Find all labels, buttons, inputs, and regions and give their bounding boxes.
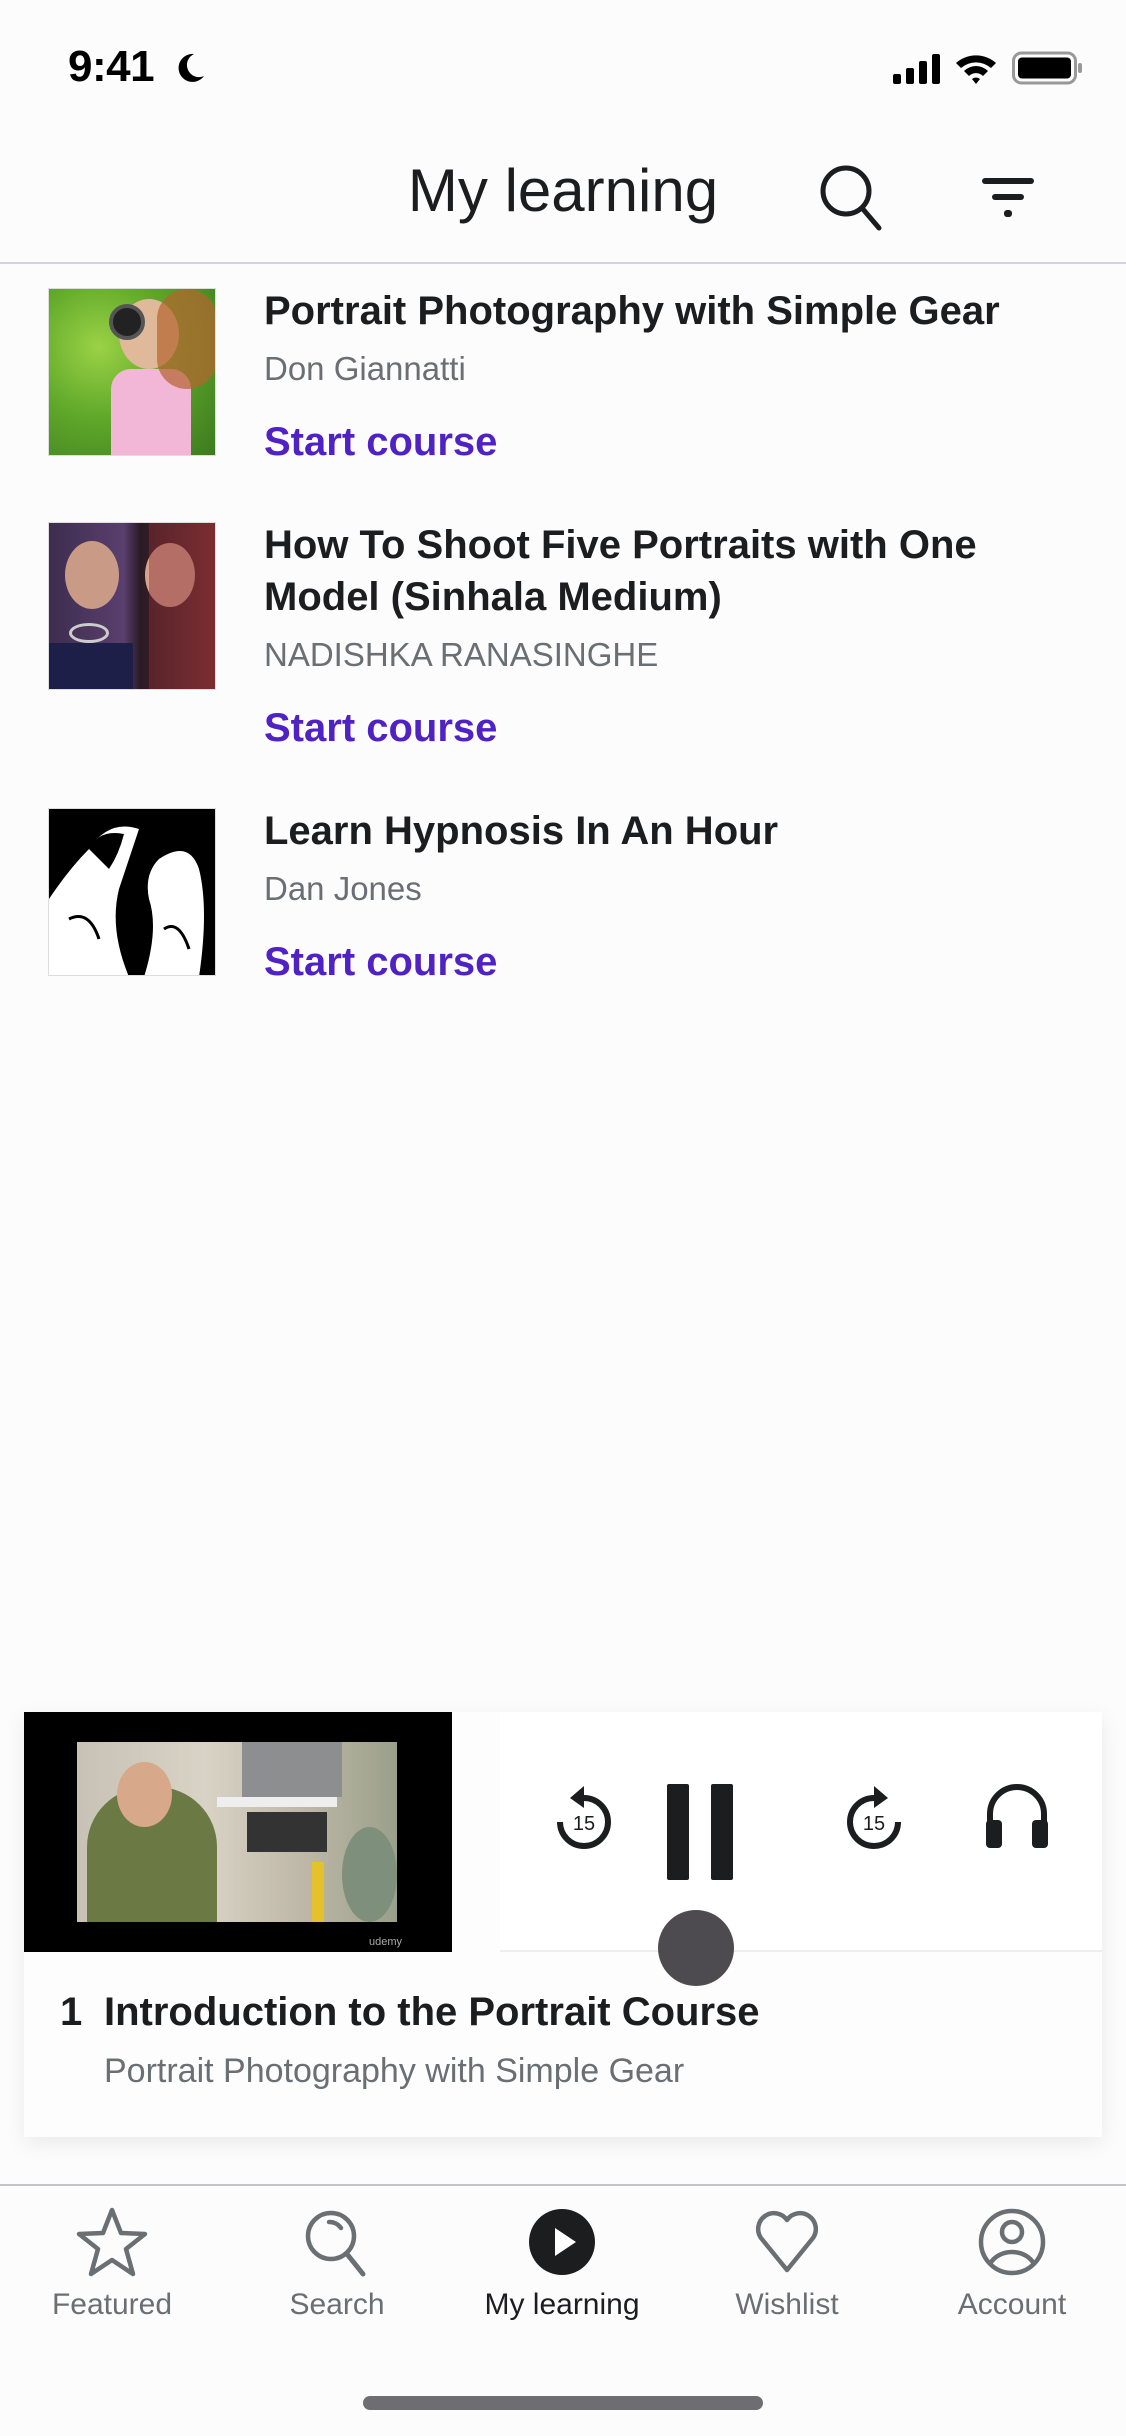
lecture-course-title: Portrait Photography with Simple Gear <box>104 2052 685 2090</box>
tab-label: Search <box>289 2288 385 2321</box>
wifi-icon <box>956 55 996 84</box>
player-controls: 15 15 <box>500 1712 1102 1952</box>
tab-label: Account <box>957 2288 1067 2321</box>
status-icons <box>893 50 1084 86</box>
course-list: Portrait Photography with Simple Gear Do… <box>0 285 1126 1039</box>
search-icon <box>305 2210 366 2277</box>
tab-label: My learning <box>484 2288 640 2321</box>
play-circle-icon <box>529 2209 595 2275</box>
course-thumbnail[interactable] <box>48 288 216 456</box>
account-icon <box>978 2208 1046 2276</box>
course-author: NADISHKA RANASINGHE <box>264 636 659 673</box>
tab-account[interactable]: Account <box>912 2204 1112 2322</box>
header: My learning <box>0 130 1126 264</box>
filter-icon[interactable] <box>978 172 1038 222</box>
course-title: Portrait Photography with Simple Gear <box>264 289 1000 333</box>
svg-text:15: 15 <box>573 1813 595 1835</box>
signal-icon <box>893 52 940 84</box>
tab-label: Featured <box>51 2288 173 2321</box>
course-author: Don Giannatti <box>264 350 466 387</box>
page-title: My learning <box>407 157 719 224</box>
video-frame <box>77 1742 397 1922</box>
heart-icon <box>755 2210 819 2273</box>
video-head <box>117 1762 172 1827</box>
course-item[interactable]: Portrait Photography with Simple Gear Do… <box>0 285 1126 467</box>
svg-text:15: 15 <box>863 1813 885 1835</box>
course-title: Learn Hypnosis In An Hour <box>264 809 779 853</box>
status-bar: 9:41 <box>0 0 1126 130</box>
star-icon <box>76 2207 148 2277</box>
mini-player[interactable]: udemy 15 15 1 Introduction to the Portra… <box>24 1712 1102 2137</box>
start-course-button[interactable]: Start course <box>264 937 497 987</box>
tab-featured[interactable]: Featured <box>12 2204 212 2322</box>
start-course-button[interactable]: Start course <box>264 703 497 753</box>
rewind-15-icon[interactable]: 15 <box>550 1782 618 1854</box>
course-title: How To Shoot Five Portraits with One Mod… <box>264 523 977 619</box>
tab-wishlist[interactable]: Wishlist <box>687 2204 887 2322</box>
moon-icon <box>178 53 204 82</box>
search-icon[interactable] <box>815 160 887 232</box>
course-thumbnail[interactable] <box>48 522 216 690</box>
pause-icon[interactable] <box>665 1782 745 1882</box>
video-preview[interactable]: udemy <box>24 1712 452 1952</box>
tab-search[interactable]: Search <box>237 2204 437 2322</box>
headphones-icon[interactable] <box>984 1782 1050 1850</box>
forward-15-icon[interactable]: 15 <box>840 1782 908 1854</box>
tab-label: Wishlist <box>735 2288 839 2321</box>
start-course-button[interactable]: Start course <box>264 417 497 467</box>
battery-icon <box>1012 51 1082 85</box>
progress-scrubber[interactable] <box>658 1910 734 1986</box>
course-thumbnail[interactable] <box>48 808 216 976</box>
tab-my-learning[interactable]: My learning <box>462 2204 662 2322</box>
video-watermark: udemy <box>368 1936 402 1948</box>
course-author: Dan Jones <box>264 870 422 907</box>
lecture-title[interactable]: Introduction to the Portrait Course <box>104 1990 760 2035</box>
lecture-number: 1 <box>60 1990 83 2034</box>
status-time: 9:41 <box>68 42 155 91</box>
home-indicator[interactable] <box>363 2396 763 2410</box>
course-item[interactable]: Learn Hypnosis In An Hour Dan Jones Star… <box>0 805 1126 987</box>
course-item[interactable]: How To Shoot Five Portraits with One Mod… <box>0 519 1126 753</box>
